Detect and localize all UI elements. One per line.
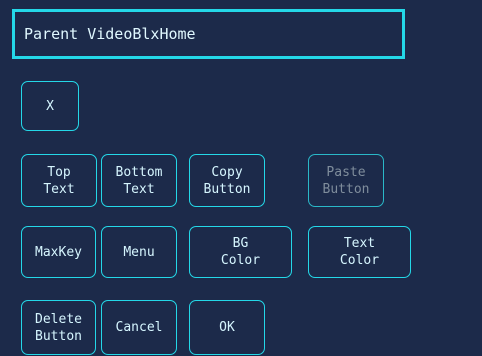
close-button[interactable]: X <box>21 81 79 131</box>
cancel-button[interactable]: Cancel <box>101 300 177 355</box>
maxkey-button[interactable]: MaxKey <box>21 226 96 278</box>
top-text-button[interactable]: Top Text <box>21 154 97 207</box>
text-color-button[interactable]: Text Color <box>308 226 411 278</box>
delete-button[interactable]: Delete Button <box>21 300 96 355</box>
bottom-text-button[interactable]: Bottom Text <box>101 154 177 207</box>
parent-title: Parent VideoBlxHome <box>12 9 405 59</box>
menu-button[interactable]: Menu <box>101 226 177 278</box>
paste-button[interactable]: Paste Button <box>308 154 384 207</box>
bg-color-button[interactable]: BG Color <box>189 226 292 278</box>
editor-panel: Parent VideoBlxHome X Top Text Bottom Te… <box>0 0 482 356</box>
ok-button[interactable]: OK <box>189 300 265 355</box>
copy-button[interactable]: Copy Button <box>189 154 265 207</box>
